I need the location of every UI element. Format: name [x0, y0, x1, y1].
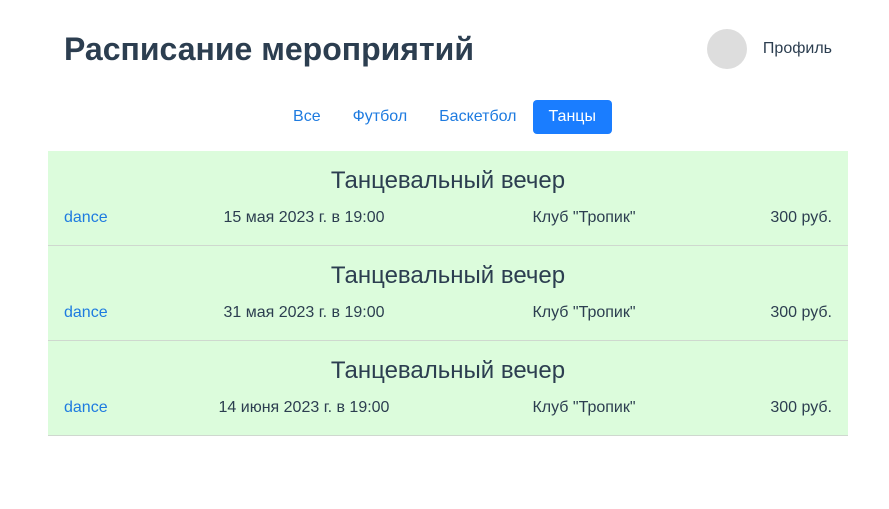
event-card: Танцевальный вечер dance 14 июня 2023 г.… — [48, 341, 848, 436]
page: Расписание мероприятий Профиль Все Футбо… — [0, 0, 889, 509]
event-place: Клуб "Тропик" — [532, 399, 636, 416]
event-date: 14 июня 2023 г. в 19:00 — [218, 399, 390, 416]
event-details: dance 15 мая 2023 г. в 19:00 Клуб "Тропи… — [64, 209, 832, 229]
event-list: Танцевальный вечер dance 15 мая 2023 г. … — [48, 151, 848, 436]
event-price: 300 руб. — [770, 399, 832, 416]
event-price: 300 руб. — [770, 304, 832, 321]
event-place: Клуб "Тропик" — [532, 209, 636, 226]
event-tag-link[interactable]: dance — [64, 209, 108, 227]
event-date: 31 мая 2023 г. в 19:00 — [223, 304, 385, 321]
header: Расписание мероприятий Профиль — [48, 24, 848, 74]
event-card: Танцевальный вечер dance 31 мая 2023 г. … — [48, 246, 848, 341]
page-title: Расписание мероприятий — [64, 31, 474, 67]
event-price: 300 руб. — [770, 209, 832, 226]
event-tag-link[interactable]: dance — [64, 304, 108, 322]
event-title: Танцевальный вечер — [330, 167, 566, 194]
event-title: Танцевальный вечер — [330, 357, 566, 384]
category-filters: Все Футбол Баскетбол Танцы — [0, 100, 889, 134]
profile-link[interactable]: Профиль — [706, 29, 832, 69]
event-details: dance 31 мая 2023 г. в 19:00 Клуб "Тропи… — [64, 304, 832, 324]
filter-all-button[interactable]: Все — [277, 100, 337, 134]
event-card: Танцевальный вечер dance 15 мая 2023 г. … — [48, 151, 848, 246]
event-date: 15 мая 2023 г. в 19:00 — [223, 209, 385, 226]
filter-football-button[interactable]: Футбол — [337, 100, 424, 134]
event-title: Танцевальный вечер — [330, 262, 566, 289]
event-tag-link[interactable]: dance — [64, 399, 108, 417]
event-place: Клуб "Тропик" — [532, 304, 636, 321]
filter-basketball-button[interactable]: Баскетбол — [423, 100, 532, 134]
filter-dance-button[interactable]: Танцы — [532, 100, 612, 134]
profile-label[interactable]: Профиль — [763, 40, 832, 58]
avatar[interactable] — [706, 29, 747, 69]
event-details: dance 14 июня 2023 г. в 19:00 Клуб "Троп… — [64, 399, 832, 419]
